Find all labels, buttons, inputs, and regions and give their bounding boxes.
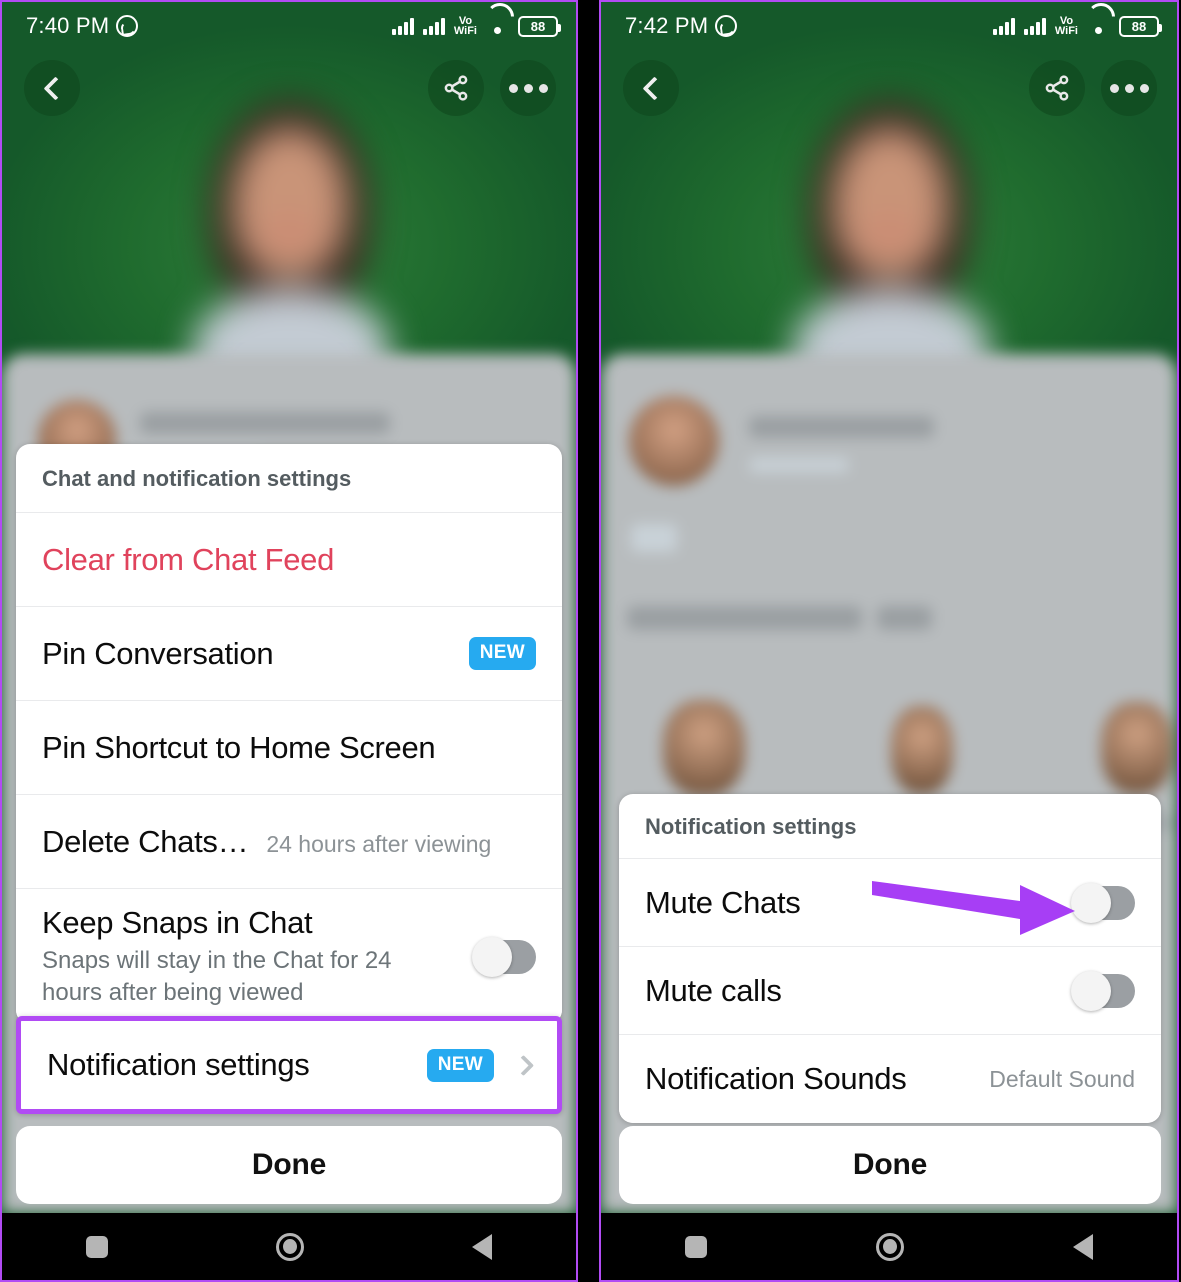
back-chevron-icon xyxy=(641,75,667,101)
menu-item-delete-chats[interactable]: Delete Chats… 24 hours after viewing xyxy=(16,795,562,889)
signal-bars-icon-2 xyxy=(1023,17,1046,35)
top-navigation-bar xyxy=(601,60,1177,116)
done-button[interactable]: Done xyxy=(619,1126,1161,1204)
status-bar: 7:40 PM Vo WiFi 88 xyxy=(2,2,576,50)
menu-item-label: Notification settings xyxy=(47,1047,310,1082)
battery-icon: 88 xyxy=(1119,15,1162,37)
triangle-back-icon[interactable] xyxy=(472,1233,492,1260)
whatsapp-icon xyxy=(116,15,139,37)
menu-item-mute-calls[interactable]: Mute calls xyxy=(619,947,1161,1035)
status-bar-time: 7:42 PM xyxy=(625,13,709,38)
new-badge: NEW xyxy=(468,637,536,670)
done-button-label: Done xyxy=(852,1148,928,1181)
menu-item-notification-sounds[interactable]: Notification Sounds Default Sound xyxy=(619,1035,1161,1123)
sheet-title: Notification settings xyxy=(619,794,1161,859)
vowifi-icon: Vo WiFi xyxy=(1054,15,1078,37)
share-button[interactable] xyxy=(1029,60,1085,116)
blurred-bitmoji-avatar xyxy=(771,94,1007,410)
menu-item-description: Snaps will stay in the Chat for 24 hours… xyxy=(42,947,392,1006)
menu-item-label: Pin Shortcut to Home Screen xyxy=(42,729,436,765)
menu-item-value: 24 hours after viewing xyxy=(266,830,492,857)
done-button[interactable]: Done xyxy=(16,1126,562,1204)
square-recents-icon[interactable] xyxy=(86,1235,108,1258)
done-button-label: Done xyxy=(251,1148,327,1181)
wifi-icon xyxy=(1087,17,1110,35)
battery-icon: 88 xyxy=(518,15,561,37)
more-options-button[interactable] xyxy=(500,60,556,116)
square-recents-icon[interactable] xyxy=(685,1235,708,1258)
whatsapp-icon xyxy=(715,15,738,37)
menu-item-label: Pin Conversation xyxy=(42,635,274,671)
wifi-icon xyxy=(486,17,509,35)
menu-item-mute-chats[interactable]: Mute Chats xyxy=(619,859,1161,947)
mute-chats-toggle[interactable] xyxy=(1071,882,1135,923)
signal-bars-icon-2 xyxy=(422,17,445,35)
signal-bars-icon xyxy=(391,17,414,35)
share-button[interactable] xyxy=(428,60,484,116)
mute-calls-toggle[interactable] xyxy=(1071,970,1135,1011)
menu-item-pin-conversation[interactable]: Pin Conversation NEW xyxy=(16,607,562,701)
new-badge: NEW xyxy=(426,1048,494,1082)
menu-item-label: Clear from Chat Feed xyxy=(42,541,335,577)
menu-item-notification-settings[interactable]: Notification settings NEW xyxy=(21,1021,557,1109)
triangle-back-icon[interactable] xyxy=(1072,1233,1093,1260)
menu-item-label: Keep Snaps in Chat xyxy=(42,905,313,940)
phone-screen-notification-settings: 7:42 PM Vo WiFi 88 Notification settings… xyxy=(599,0,1179,1282)
menu-item-value: Default Sound xyxy=(989,1065,1135,1092)
status-bar: 7:42 PM Vo WiFi 88 xyxy=(601,2,1177,50)
back-chevron-icon xyxy=(42,75,68,101)
sheet-title: Chat and notification settings xyxy=(16,444,562,513)
keep-snaps-toggle[interactable] xyxy=(472,936,536,977)
phone-screen-chat-settings: 7:40 PM Vo WiFi 88 Chat and notification… xyxy=(0,0,578,1282)
more-options-icon xyxy=(508,83,548,93)
menu-item-label: Notification Sounds xyxy=(645,1061,907,1096)
circle-home-icon[interactable] xyxy=(276,1232,304,1261)
share-icon xyxy=(444,75,468,101)
back-button[interactable] xyxy=(24,60,80,116)
screenshot-pair: 7:40 PM Vo WiFi 88 Chat and notification… xyxy=(0,0,1181,1282)
more-options-button[interactable] xyxy=(1101,60,1157,116)
more-options-icon xyxy=(1109,83,1149,93)
menu-item-clear-from-chat-feed[interactable]: Clear from Chat Feed xyxy=(16,513,562,607)
blurred-bitmoji-avatar xyxy=(171,94,407,410)
menu-item-keep-snaps-in-chat[interactable]: Keep Snaps in Chat Snaps will stay in th… xyxy=(16,889,562,1025)
notification-settings-sheet: Notification settings Mute Chats Mute ca… xyxy=(619,794,1161,1123)
menu-item-label: Mute Chats xyxy=(645,884,801,920)
menu-item-pin-shortcut-to-home-screen[interactable]: Pin Shortcut to Home Screen xyxy=(16,701,562,795)
status-bar-time: 7:40 PM xyxy=(26,13,110,38)
menu-item-notification-settings-highlighted[interactable]: Notification settings NEW xyxy=(16,1016,562,1114)
top-navigation-bar xyxy=(2,60,576,116)
chat-and-notification-settings-sheet: Chat and notification settings Clear fro… xyxy=(16,444,562,1025)
menu-item-label: Mute calls xyxy=(645,972,782,1008)
android-navigation-bar xyxy=(601,1213,1177,1280)
back-button[interactable] xyxy=(623,60,679,116)
chevron-right-icon xyxy=(512,1054,535,1076)
vowifi-icon: Vo WiFi xyxy=(453,15,477,37)
signal-bars-icon xyxy=(992,17,1015,35)
menu-item-label: Delete Chats… xyxy=(42,823,249,859)
circle-home-icon[interactable] xyxy=(875,1232,904,1261)
share-icon xyxy=(1045,75,1069,101)
android-navigation-bar xyxy=(2,1213,576,1280)
